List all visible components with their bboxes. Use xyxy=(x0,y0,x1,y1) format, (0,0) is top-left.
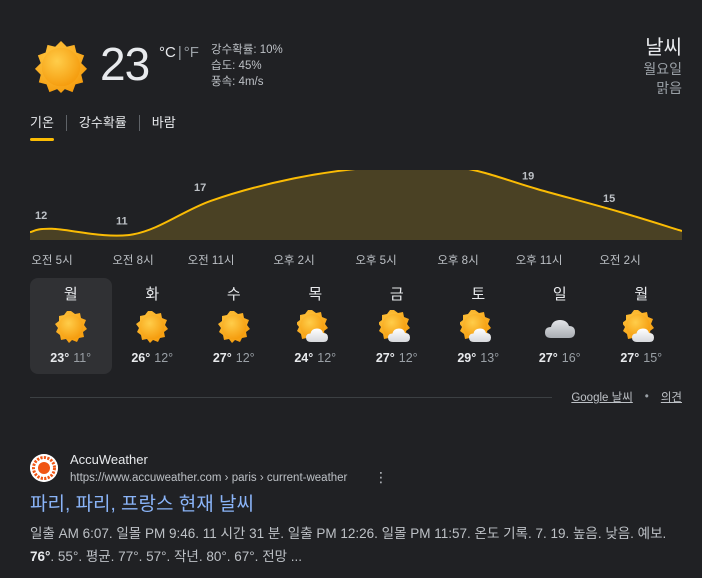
sunny-icon xyxy=(53,309,89,345)
unit-separator: | xyxy=(177,44,182,61)
day-name: 월 xyxy=(63,286,78,303)
google-weather-link[interactable]: Google 날씨 xyxy=(571,389,632,405)
day-high: 27° xyxy=(538,351,558,365)
result-url[interactable]: https://www.accuweather.com › paris › cu… xyxy=(70,471,347,486)
partly-cloudy-icon xyxy=(460,309,496,345)
day-card-7[interactable]: 월 27° 15° xyxy=(601,278,683,374)
temperature-area xyxy=(30,170,682,240)
feedback-link[interactable]: 의견 xyxy=(661,389,682,405)
weather-condition: 맑음 xyxy=(656,80,682,96)
time-tick-label: 오전 2시 xyxy=(599,255,641,267)
weather-footer: Google 날씨 • 의견 xyxy=(571,389,682,405)
sunny-icon xyxy=(216,309,252,345)
time-tick-label: 오후 8시 xyxy=(437,255,479,267)
day-name: 수 xyxy=(226,286,241,303)
day-high: 26° xyxy=(131,351,151,365)
day-card-0[interactable]: 월 23° 11° xyxy=(30,278,112,374)
footer-dot: • xyxy=(644,391,649,403)
chart-data-label: 15 xyxy=(603,193,615,205)
tab-wind[interactable]: 바람 xyxy=(152,113,176,141)
day-name: 금 xyxy=(389,286,404,303)
time-tick-label: 오후 5시 xyxy=(355,255,397,267)
chart-data-label: 17 xyxy=(194,182,206,194)
day-high: 27° xyxy=(620,351,640,365)
day-name: 화 xyxy=(145,286,160,303)
fahrenheit-unit-button[interactable]: °F xyxy=(184,44,199,61)
time-tick-label: 오후 2시 xyxy=(273,255,315,267)
day-low: 13° xyxy=(480,351,500,365)
tab-divider xyxy=(138,115,140,131)
tab-divider xyxy=(65,115,67,131)
day-name: 목 xyxy=(308,286,323,303)
chart-data-label: 21 xyxy=(277,170,289,171)
snippet-text-end: . 55°. 평균. 77°. 57°. 작년. 80°. 67°. 전망 ..… xyxy=(50,549,303,564)
time-tick-label: 오전 8시 xyxy=(112,255,154,267)
day-high: 27° xyxy=(212,351,232,365)
day-card-4[interactable]: 금 27° 12° xyxy=(356,278,438,374)
day-card-2[interactable]: 수 27° 12° xyxy=(193,278,275,374)
time-tick-label: 오전 5시 xyxy=(31,255,73,267)
accuweather-logo-icon[interactable] xyxy=(30,454,58,482)
day-low: 12° xyxy=(235,351,255,365)
divider xyxy=(30,397,552,398)
day-low: 16° xyxy=(561,351,581,365)
weather-tabs: 기온 강수확률 바람 xyxy=(30,113,176,141)
day-high: 24° xyxy=(294,351,314,365)
tab-precipitation[interactable]: 강수확률 xyxy=(79,113,127,141)
location-block: 날씨 월요일 맑음 xyxy=(643,36,682,98)
current-temperature: 23 xyxy=(100,38,150,90)
weather-day: 월요일 xyxy=(643,61,682,77)
result-site-name[interactable]: AccuWeather xyxy=(70,452,148,468)
day-low: 15° xyxy=(643,351,663,365)
partly-cloudy-icon xyxy=(379,309,415,345)
day-card-3[interactable]: 목 24° 12° xyxy=(275,278,357,374)
partly-cloudy-icon xyxy=(623,309,659,345)
day-low: 12° xyxy=(398,351,418,365)
cloudy-icon xyxy=(542,309,578,345)
day-name: 일 xyxy=(552,286,567,303)
humidity-text: 습도: 45% xyxy=(211,60,262,72)
day-low: 11° xyxy=(73,351,92,365)
result-title-link[interactable]: 파리, 파리, 프랑스 현재 날씨 xyxy=(30,493,254,517)
unit-toggle: °C | °F xyxy=(159,44,199,62)
weather-title: 날씨 xyxy=(645,37,682,59)
day-name: 월 xyxy=(634,286,649,303)
wind-text: 풍속: 4m/s xyxy=(211,76,264,88)
partly-cloudy-icon xyxy=(297,309,333,345)
snippet-bold: 76° xyxy=(30,549,51,564)
weather-details: 강수확률: 10% 습도: 45% 풍속: 4m/s xyxy=(211,42,283,90)
celsius-unit-button[interactable]: °C xyxy=(159,44,176,61)
day-high: 23° xyxy=(50,351,70,365)
sunny-icon xyxy=(34,40,88,94)
day-low: 12° xyxy=(154,351,174,365)
day-low: 12° xyxy=(317,351,337,365)
time-tick-label: 오전 11시 xyxy=(187,255,235,267)
day-high: 29° xyxy=(457,351,477,365)
chart-data-label: 12 xyxy=(35,210,47,222)
day-card-6[interactable]: 일 27° 16° xyxy=(519,278,601,374)
daily-forecast: 월 23° 11° 화 26° 12° 수 27° 12° 목 24° 12° 금 27… xyxy=(30,278,682,374)
day-card-5[interactable]: 토 29° 13° xyxy=(438,278,520,374)
chart-data-label: 11 xyxy=(116,215,128,227)
tab-temperature[interactable]: 기온 xyxy=(30,113,54,141)
snippet-text: 일출 AM 6:07. 일몰 PM 9:46. 11 시간 31 분. 일출 P… xyxy=(30,526,667,541)
sunny-icon xyxy=(134,309,170,345)
chart-data-label: 19 xyxy=(522,171,534,183)
more-options-icon[interactable]: ⋮ xyxy=(374,470,388,484)
day-high: 27° xyxy=(375,351,395,365)
time-tick-label: 오후 11시 xyxy=(515,255,563,267)
day-card-1[interactable]: 화 26° 12° xyxy=(112,278,194,374)
precip-text: 강수확률: 10% xyxy=(211,44,283,56)
day-name: 토 xyxy=(471,286,486,303)
time-axis: 오전 5시 오전 8시 오전 11시 오후 2시 오후 5시 오후 8시 오후 11시 오전 … xyxy=(30,252,682,268)
result-snippet: 일출 AM 6:07. 일몰 PM 9:46. 11 시간 31 분. 일출 P… xyxy=(30,522,675,568)
